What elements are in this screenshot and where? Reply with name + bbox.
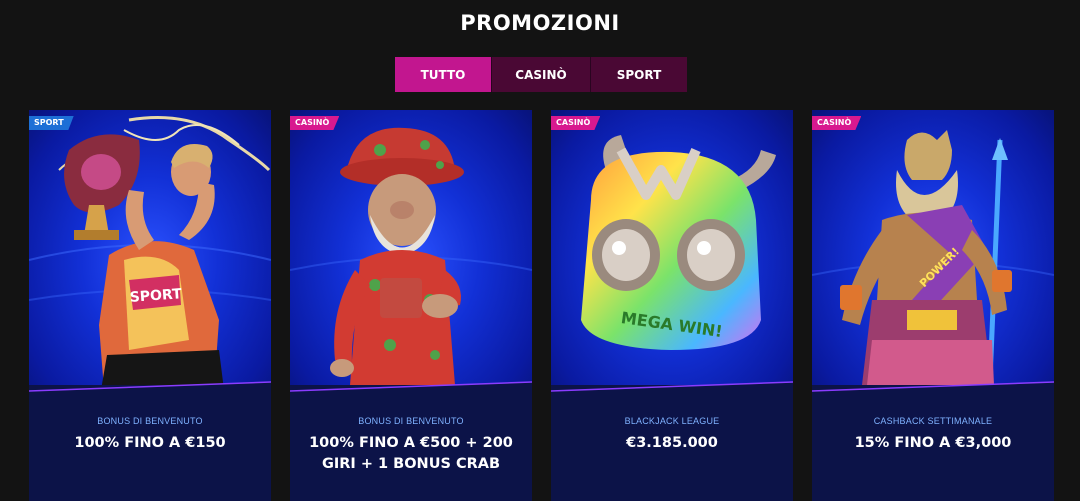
tab-sport[interactable]: SPORT: [590, 57, 687, 92]
promo-card-image: POWER!: [812, 110, 1054, 385]
footballer-trophy-icon: SPORT: [29, 116, 271, 385]
promo-card-image: MEGA WIN!: [551, 110, 793, 385]
gnome-character-icon: [290, 127, 532, 385]
tab-casino[interactable]: CASINÒ: [491, 57, 590, 92]
category-badge: CASINÒ: [812, 116, 862, 130]
promo-subtitle: BLACKJACK LEAGUE: [624, 416, 720, 426]
card-divider: [812, 381, 1054, 392]
promo-title: €3.185.000: [626, 435, 718, 451]
promo-subtitle: BONUS DI BENVENUTO: [97, 416, 203, 426]
category-tabs: TUTTO CASINÒ SPORT: [395, 57, 687, 92]
promo-title: 15% FINO A €3,000: [854, 435, 1012, 451]
category-badge: CASINÒ: [551, 116, 601, 130]
promo-title: 100% FINO A €500 + 200 GIRI + 1 BONUS CR…: [309, 435, 513, 472]
card-divider: [290, 381, 532, 392]
page-title: PROMOZIONI: [460, 11, 620, 35]
promo-card-blackjack-league[interactable]: MEGA WIN! CASINÒ BLACKJACK LEAGUE €3.185…: [551, 110, 793, 501]
card-divider: [29, 381, 271, 392]
promo-card-image: SPORT: [29, 110, 271, 385]
tab-tutto[interactable]: TUTTO: [395, 57, 491, 92]
promo-card-weekly-cashback[interactable]: POWER! CASINÒ CASHBACK SETTIMANALE 15% F…: [812, 110, 1054, 501]
promo-subtitle: CASHBACK SETTIMANALE: [873, 416, 993, 426]
promo-card-casino-welcome[interactable]: CASINÒ BONUS DI BENVENUTO 100% FINO A €5…: [290, 110, 532, 501]
promo-title: 100% FINO A €150: [74, 435, 226, 451]
category-badge: CASINÒ: [290, 116, 340, 130]
promo-subtitle: BONUS DI BENVENUTO: [358, 416, 464, 426]
promo-card-image: [290, 110, 532, 385]
zeus-character-icon: POWER!: [812, 130, 1054, 385]
card-divider: [551, 381, 793, 392]
mega-win-helmet-icon: MEGA WIN!: [581, 135, 776, 350]
category-badge: SPORT: [29, 116, 74, 130]
promo-card-sport-welcome[interactable]: SPORT SPORT BONUS DI BENVENUTO 100% FINO…: [29, 110, 271, 501]
